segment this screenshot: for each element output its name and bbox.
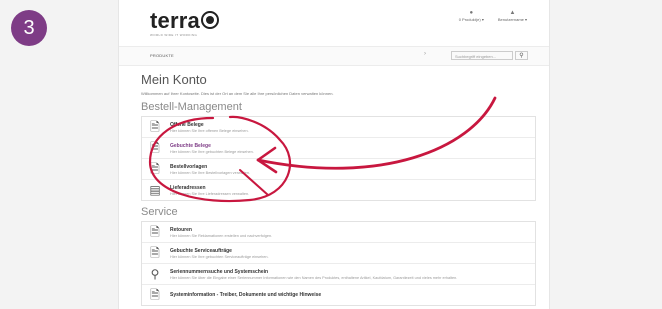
globe-icon bbox=[200, 11, 219, 29]
user-icon: ▲ bbox=[509, 10, 516, 16]
list-item-title: Systeminformation - Treiber, Dokumente u… bbox=[170, 291, 322, 298]
main-navbar: PRODUKTE › Suchbegriff eingeben... ⚲ bbox=[119, 46, 549, 66]
search-button[interactable]: ⚲ bbox=[515, 51, 528, 60]
service-list: 🗎 Retouren Hier können Sie Reklamationen… bbox=[141, 221, 536, 306]
list-item-text: Seriennummernsuche und Systemschein Hier… bbox=[170, 269, 457, 280]
list-item-title: Seriennummernsuche und Systemschein bbox=[170, 268, 269, 275]
document-icon: 🗎 bbox=[150, 288, 160, 302]
list-item-text: Retouren Hier können Sie Reklamationen e… bbox=[170, 227, 272, 238]
list-item-desc: Hier können Sie Reklamationen erstellen … bbox=[170, 233, 273, 238]
document-icon: 🗎 bbox=[150, 120, 160, 134]
cart-link[interactable]: ● 0 Produkt(e) ▾ bbox=[459, 10, 484, 22]
section-title-order-management: Bestell-Management bbox=[141, 101, 242, 113]
list-item-title: Bestellvorlagen bbox=[170, 163, 208, 170]
logo-text: terra bbox=[150, 8, 200, 33]
list-item-system-info[interactable]: 🗎 Systeminformation - Treiber, Dokumente… bbox=[142, 285, 535, 305]
search-icon: ⚲ bbox=[519, 53, 524, 59]
list-item-open-documents[interactable]: 🗎 Offene Belege Hier können Sie Ihre off… bbox=[142, 117, 535, 138]
list-item-text: Gebuchte Serviceaufträge Hier können Sie… bbox=[170, 248, 269, 259]
list-item-service-orders[interactable]: 🗎 Gebuchte Serviceaufträge Hier können S… bbox=[142, 243, 535, 264]
list-item-order-templates[interactable]: 🗎 Bestellvorlagen Hier können Sie Ihre B… bbox=[142, 159, 535, 180]
list-item-title: Gebuchte Belege bbox=[170, 142, 211, 149]
document-icon: 🗎 bbox=[150, 162, 160, 176]
document-icon: 🗎 bbox=[150, 246, 160, 260]
list-item-title: Gebuchte Serviceaufträge bbox=[170, 247, 232, 254]
nav-products[interactable]: PRODUKTE bbox=[150, 53, 174, 58]
list-item-title: Retouren bbox=[170, 226, 192, 233]
page-title: Mein Konto bbox=[141, 72, 207, 87]
welcome-text: Willkommen auf Ihrer Kontoseite. Dies is… bbox=[141, 91, 334, 96]
order-management-list: 🗎 Offene Belege Hier können Sie Ihre off… bbox=[141, 116, 536, 201]
list-item-delivery-addresses[interactable]: ▤ Lieferadressen Hier können Sie Ihre Li… bbox=[142, 180, 535, 200]
list-item-returns[interactable]: 🗎 Retouren Hier können Sie Reklamationen… bbox=[142, 222, 535, 243]
list-item-text: Bestellvorlagen Hier können Sie Ihre Bes… bbox=[170, 164, 250, 175]
account-content: Mein Konto Willkommen auf Ihrer Kontosei… bbox=[141, 72, 536, 306]
lock-icon: ● bbox=[469, 10, 474, 16]
list-item-text: Systeminformation - Treiber, Dokumente u… bbox=[170, 292, 321, 299]
list-item-desc: Hier können Sie Ihre Bestellvorlagen ver… bbox=[170, 170, 250, 175]
list-item-title: Lieferadressen bbox=[170, 184, 206, 191]
list-item-serial-search[interactable]: ⚲ Seriennummernsuche und Systemschein Hi… bbox=[142, 264, 535, 285]
search-icon: ⚲ bbox=[150, 267, 160, 281]
list-item-text: Offene Belege Hier können Sie Ihre offen… bbox=[170, 122, 249, 133]
list-item-title: Offene Belege bbox=[170, 121, 204, 128]
user-label: Benutzername ▾ bbox=[497, 17, 527, 22]
list-item-desc: Hier können Sie Ihre Lieferadressen verw… bbox=[170, 191, 250, 196]
header-links: ● 0 Produkt(e) ▾ ▲ Benutzername ▾ bbox=[459, 10, 527, 22]
account-page: terra WORLD WIDE IT WORKING ● 0 Produkt(… bbox=[118, 0, 550, 309]
section-title-service: Service bbox=[141, 206, 178, 218]
document-icon: 🗎 bbox=[150, 225, 160, 239]
list-item-desc: Hier können Sie über die Eingabe einer S… bbox=[170, 275, 458, 280]
search-input[interactable]: Suchbegriff eingeben... bbox=[451, 51, 513, 60]
list-item-booked-documents[interactable]: 🗎 Gebuchte Belege Hier können Sie Ihre g… bbox=[142, 138, 535, 159]
cart-label: 0 Produkt(e) ▾ bbox=[458, 17, 484, 22]
document-icon: 🗎 bbox=[150, 141, 160, 155]
user-menu-link[interactable]: ▲ Benutzername ▾ bbox=[498, 10, 527, 22]
step-number-badge: 3 bbox=[11, 10, 47, 46]
list-item-text: Gebuchte Belege Hier können Sie Ihre geb… bbox=[170, 143, 254, 154]
list-item-desc: Hier können Sie Ihre gebuchten Belege ei… bbox=[170, 149, 254, 154]
list-item-desc: Hier können Sie Ihre offenen Belege eins… bbox=[170, 128, 249, 133]
terra-logo[interactable]: terra WORLD WIDE IT WORKING bbox=[150, 8, 219, 37]
chevron-right-icon[interactable]: › bbox=[424, 51, 426, 57]
list-item-text: Lieferadressen Hier können Sie Ihre Lief… bbox=[170, 185, 249, 196]
address-card-icon: ▤ bbox=[149, 183, 161, 197]
list-item-desc: Hier können Sie Ihre gebuchten Serviceau… bbox=[170, 254, 269, 259]
